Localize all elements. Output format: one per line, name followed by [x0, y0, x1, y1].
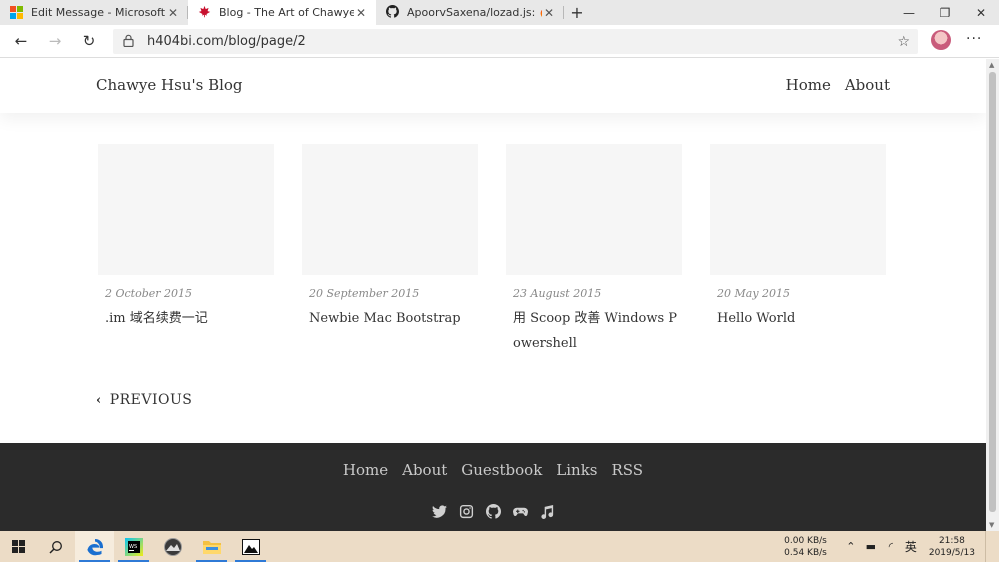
nav-about-link[interactable]: About — [845, 76, 890, 94]
scrollbar-thumb[interactable] — [989, 72, 996, 512]
site-header: Chawye Hsu's Blog Home About — [0, 59, 986, 113]
ime-indicator[interactable]: 英 — [902, 538, 920, 555]
post-title[interactable]: .im 域名续费一记 — [98, 306, 274, 331]
close-tab-icon[interactable]: ✕ — [354, 6, 368, 20]
post-card[interactable]: 20 September 2015 Newbie Mac Bootstrap — [302, 144, 478, 356]
show-desktop-button[interactable] — [985, 531, 999, 562]
windows-taskbar: WS 0.00 KB/s 0.54 KB/s ⌃ ▬ ◜ 英 21:58 201… — [0, 531, 999, 562]
post-thumbnail[interactable] — [506, 144, 682, 275]
clock-time: 21:58 — [938, 535, 965, 546]
system-tray: 0.00 KB/s 0.54 KB/s ⌃ ▬ ◜ 英 21:58 2019/5… — [784, 531, 999, 562]
page-viewport: Chawye Hsu's Blog Home About 2 October 2… — [0, 59, 986, 531]
music-icon[interactable] — [539, 503, 555, 519]
footer-about-link[interactable]: About — [402, 461, 447, 479]
microsoft-icon — [10, 6, 23, 19]
tab-blog[interactable]: Blog - The Art of Chawye Hsu ✕ — [188, 0, 376, 25]
footer-guestbook-link[interactable]: Guestbook — [461, 461, 542, 479]
image-icon — [241, 538, 260, 555]
window-controls: — ❐ ✕ — [891, 0, 999, 25]
post-title[interactable]: Hello World — [710, 306, 886, 331]
post-date: 23 August 2015 — [513, 287, 602, 300]
footer-nav: Home About Guestbook Links RSS — [0, 461, 986, 479]
wifi-icon[interactable]: ◜ — [882, 540, 900, 553]
site-footer: Home About Guestbook Links RSS — [0, 443, 986, 531]
profile-avatar[interactable] — [931, 30, 951, 50]
taskbar-webstorm[interactable]: WS — [114, 531, 153, 562]
url-text: h404bi.com/blog/page/2 — [147, 34, 306, 49]
tab-title: ApoorvSaxena/lozad.js: 🔥 Highl — [407, 6, 542, 19]
back-icon[interactable]: ← — [4, 25, 38, 58]
scroll-down-icon[interactable]: ▼ — [989, 521, 994, 529]
post-card[interactable]: 2 October 2015 .im 域名续费一记 — [98, 144, 274, 356]
network-speed: 0.00 KB/s 0.54 KB/s — [784, 535, 827, 559]
post-card[interactable]: 23 August 2015 用 Scoop 改善 Windows Powers… — [506, 144, 682, 356]
post-list: 2 October 2015 .im 域名续费一记 20 September 2… — [98, 144, 886, 356]
app-icon — [163, 537, 182, 556]
webstorm-icon: WS — [124, 537, 143, 556]
lock-icon — [123, 34, 137, 50]
svg-text:WS: WS — [129, 544, 137, 550]
clock-date: 2019/5/13 — [928, 547, 975, 558]
post-title[interactable]: Newbie Mac Bootstrap — [302, 306, 478, 331]
close-window-icon[interactable]: ✕ — [963, 0, 999, 25]
windows-icon — [11, 540, 25, 553]
upload-speed: 0.00 KB/s — [784, 535, 827, 546]
download-speed: 0.54 KB/s — [784, 547, 827, 558]
github-icon[interactable] — [485, 503, 501, 519]
tab-edit-message[interactable]: Edit Message - Microsoft Tech Co ✕ — [0, 0, 188, 25]
site-title[interactable]: Chawye Hsu's Blog — [96, 76, 243, 94]
edge-icon — [86, 538, 103, 555]
previous-label: PREVIOUS — [109, 392, 193, 408]
browser-tab-strip: Edit Message - Microsoft Tech Co ✕ Blog … — [0, 0, 999, 25]
minimize-icon[interactable]: — — [891, 0, 927, 25]
clock[interactable]: 21:58 2019/5/13 — [929, 535, 975, 559]
footer-home-link[interactable]: Home — [343, 461, 388, 479]
more-menu-icon[interactable]: ··· — [966, 31, 982, 47]
footer-rss-link[interactable]: RSS — [612, 461, 644, 479]
tab-title: Edit Message - Microsoft Tech Co — [31, 6, 166, 19]
page-scrollbar[interactable]: ▲ ▼ — [986, 59, 999, 531]
refresh-icon[interactable]: ↻ — [72, 25, 106, 58]
github-icon — [386, 4, 399, 21]
forward-icon[interactable]: → — [38, 25, 72, 58]
site-nav: Home About — [786, 76, 890, 94]
folder-icon — [202, 540, 221, 554]
start-button[interactable] — [0, 531, 36, 562]
nav-home-link[interactable]: Home — [786, 76, 831, 94]
tab-lozad[interactable]: ApoorvSaxena/lozad.js: 🔥 Highl ✕ — [376, 0, 564, 25]
taskbar-photos[interactable] — [231, 531, 270, 562]
twitter-icon[interactable] — [431, 503, 447, 519]
post-title[interactable]: 用 Scoop 改善 Windows Powershell — [506, 306, 682, 356]
maple-leaf-icon — [198, 5, 211, 21]
post-thumbnail[interactable] — [710, 144, 886, 275]
scroll-up-icon[interactable]: ▲ — [989, 61, 994, 69]
search-button[interactable] — [36, 531, 75, 562]
restore-icon[interactable]: ❐ — [927, 0, 963, 25]
search-icon — [48, 540, 62, 554]
post-card[interactable]: 20 May 2015 Hello World — [710, 144, 886, 356]
footer-links-link[interactable]: Links — [556, 461, 597, 479]
taskbar-edge[interactable] — [75, 531, 114, 562]
previous-page-link[interactable]: ‹ PREVIOUS — [96, 392, 192, 408]
tab-title: Blog - The Art of Chawye Hsu — [219, 6, 354, 19]
instagram-icon[interactable] — [458, 503, 474, 519]
browser-toolbar: ← → ↻ h404bi.com/blog/page/2 ☆ ··· — [0, 25, 999, 58]
favorite-star-icon[interactable]: ☆ — [897, 34, 910, 50]
close-tab-icon[interactable]: ✕ — [166, 6, 180, 20]
new-tab-button[interactable]: + — [564, 0, 590, 25]
post-date: 2 October 2015 — [105, 287, 193, 300]
battery-icon[interactable]: ▬ — [862, 540, 880, 553]
post-date: 20 May 2015 — [717, 287, 791, 300]
chevron-left-icon: ‹ — [96, 392, 102, 408]
post-date: 20 September 2015 — [309, 287, 420, 300]
close-tab-icon[interactable]: ✕ — [542, 6, 556, 20]
post-thumbnail[interactable] — [302, 144, 478, 275]
social-links — [0, 503, 986, 519]
post-thumbnail[interactable] — [98, 144, 274, 275]
gamepad-icon[interactable] — [512, 503, 528, 519]
chevron-up-icon[interactable]: ⌃ — [842, 540, 860, 553]
taskbar-file-explorer[interactable] — [192, 531, 231, 562]
address-bar[interactable]: h404bi.com/blog/page/2 ☆ — [113, 29, 918, 54]
taskbar-app[interactable] — [153, 531, 192, 562]
